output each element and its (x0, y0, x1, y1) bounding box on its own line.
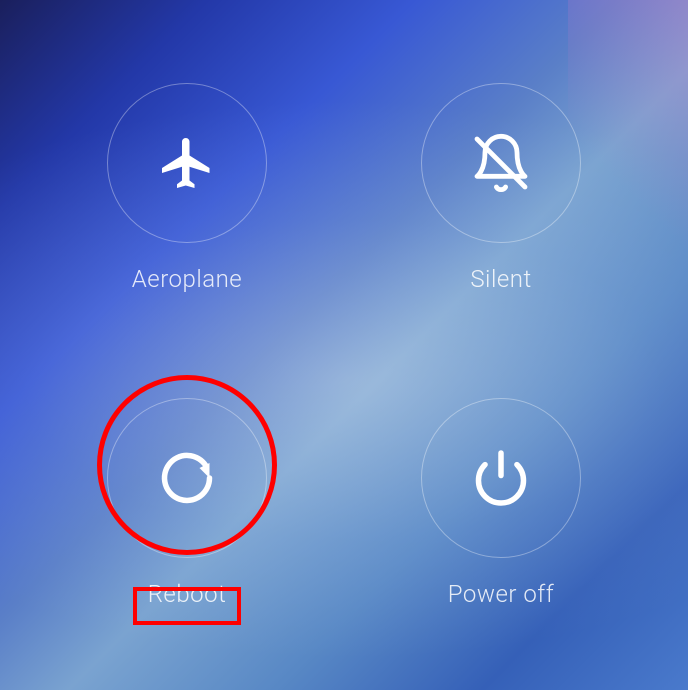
silent-label: Silent (470, 265, 531, 293)
reboot-label: Reboot (148, 580, 227, 608)
bell-off-icon (469, 131, 533, 195)
silent-button[interactable] (421, 83, 581, 243)
silent-option: Silent (364, 70, 638, 305)
reboot-button[interactable] (107, 398, 267, 558)
aeroplane-button[interactable] (107, 83, 267, 243)
aeroplane-option: Aeroplane (50, 70, 324, 305)
restart-icon (157, 448, 217, 508)
aeroplane-label: Aeroplane (132, 265, 242, 293)
reboot-option: Reboot (50, 385, 324, 620)
poweroff-label: Power off (448, 580, 554, 608)
poweroff-button[interactable] (421, 398, 581, 558)
power-menu: Aeroplane Silent Reboot (0, 0, 688, 690)
power-icon (471, 448, 531, 508)
poweroff-option: Power off (364, 385, 638, 620)
airplane-icon (157, 133, 217, 193)
